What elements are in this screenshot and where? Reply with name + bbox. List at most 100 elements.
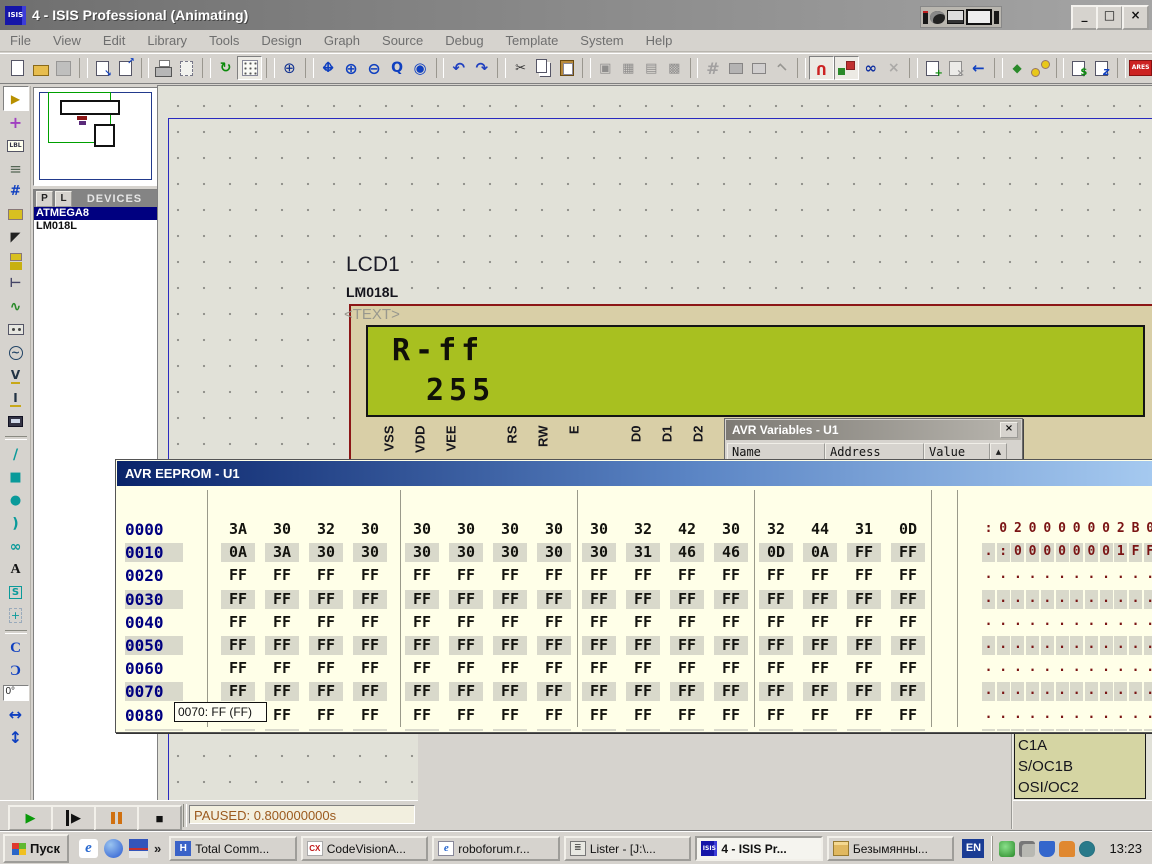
- 2d-path-icon[interactable]: [4, 535, 28, 558]
- messenger-icon[interactable]: [104, 839, 123, 858]
- stop-button[interactable]: [137, 805, 182, 831]
- menu-edit[interactable]: Edit: [103, 33, 125, 48]
- task-button-lister[interactable]: Lister - [J:\...: [564, 836, 692, 861]
- device-pin-icon[interactable]: [4, 272, 28, 295]
- mark-output-area-icon[interactable]: [175, 57, 198, 79]
- zoom-view-icon[interactable]: [386, 57, 409, 79]
- origin-icon[interactable]: [278, 57, 301, 79]
- bill-of-materials-icon[interactable]: [1067, 57, 1090, 79]
- instant-edit-icon[interactable]: [4, 226, 28, 249]
- minimize-button[interactable]: _: [1071, 5, 1098, 30]
- text-script-icon[interactable]: [4, 157, 28, 180]
- menu-file[interactable]: File: [10, 33, 31, 48]
- netlist-to-ares-icon[interactable]: [1129, 57, 1152, 79]
- shield-icon[interactable]: [1039, 841, 1055, 857]
- angle-field[interactable]: 0°: [3, 685, 29, 701]
- component-icon[interactable]: [3, 86, 29, 111]
- export-section-icon[interactable]: [114, 57, 137, 79]
- wire-autorouter-icon[interactable]: [809, 56, 834, 80]
- task-button-isis[interactable]: 4 - ISIS Pr...: [695, 836, 823, 861]
- new-sheet-icon[interactable]: [921, 57, 944, 79]
- 2d-line-icon[interactable]: [4, 443, 28, 466]
- 2d-text-icon[interactable]: [4, 558, 28, 581]
- start-button[interactable]: Пуск: [3, 834, 69, 863]
- wire-label-icon[interactable]: [4, 134, 28, 157]
- device-item-lm018l[interactable]: LM018L: [34, 220, 157, 233]
- menu-tools[interactable]: Tools: [209, 33, 239, 48]
- play-button[interactable]: [8, 805, 53, 831]
- block-move-icon[interactable]: [617, 57, 640, 79]
- library-button[interactable]: L: [55, 191, 72, 207]
- 2d-symbol-icon[interactable]: [4, 581, 28, 604]
- eeprom-hex-grid[interactable]: 00003A30323030303030303242303244310D:020…: [117, 486, 1152, 731]
- menu-graph[interactable]: Graph: [324, 33, 360, 48]
- 2d-marker-icon[interactable]: [4, 604, 28, 627]
- subcircuit-icon[interactable]: [4, 203, 28, 226]
- property-assignment-icon[interactable]: [882, 57, 905, 79]
- property-search-icon[interactable]: [859, 57, 882, 79]
- device-item-atmega8[interactable]: ATMEGA8: [34, 207, 157, 220]
- volume-icon[interactable]: [1019, 841, 1035, 857]
- current-probe-icon[interactable]: [4, 387, 28, 410]
- ie-icon[interactable]: [79, 839, 98, 858]
- electrical-rule-check-icon[interactable]: [1090, 57, 1113, 79]
- menu-template[interactable]: Template: [506, 33, 559, 48]
- 2d-circle-icon[interactable]: [4, 489, 28, 512]
- 2d-box-icon[interactable]: [4, 466, 28, 489]
- task-button-codevision[interactable]: CodeVisionA...: [301, 836, 429, 861]
- menu-source[interactable]: Source: [382, 33, 423, 48]
- redo-icon[interactable]: [470, 57, 493, 79]
- task-button-ie-page[interactable]: roboforum.r...: [432, 836, 560, 861]
- voltage-probe-icon[interactable]: [4, 364, 28, 387]
- remove-sheet-icon[interactable]: [944, 57, 967, 79]
- avr-variables-title-bar[interactable]: AVR Variables - U1 ×: [726, 420, 1021, 440]
- block-delete-icon[interactable]: [663, 57, 686, 79]
- redraw-icon[interactable]: [214, 57, 237, 79]
- menu-system[interactable]: System: [580, 33, 623, 48]
- cut-icon[interactable]: [509, 57, 532, 79]
- close-button[interactable]: ×: [1122, 5, 1149, 30]
- mirror-vertical-icon[interactable]: [4, 726, 28, 749]
- overview-window[interactable]: [33, 87, 158, 186]
- agent-icon[interactable]: [999, 841, 1015, 857]
- task-button-document[interactable]: Безымянны...: [827, 836, 955, 861]
- menu-help[interactable]: Help: [646, 33, 673, 48]
- floppy-icon[interactable]: [129, 839, 148, 858]
- antivirus-icon[interactable]: [1079, 841, 1095, 857]
- close-icon[interactable]: ×: [1000, 422, 1018, 438]
- graph-icon[interactable]: [4, 295, 28, 318]
- block-rotate-icon[interactable]: [640, 57, 663, 79]
- open-folder-icon[interactable]: [29, 57, 52, 79]
- make-device-icon[interactable]: [724, 57, 747, 79]
- toggle-grid-icon[interactable]: [237, 56, 262, 80]
- new-file-icon[interactable]: [6, 57, 29, 79]
- copy-icon[interactable]: [532, 57, 555, 79]
- undo-icon[interactable]: [447, 57, 470, 79]
- zoom-in-icon[interactable]: [340, 57, 363, 79]
- pick-device-icon[interactable]: [701, 57, 724, 79]
- virtual-instruments-icon[interactable]: [4, 410, 28, 433]
- avr-eeprom-title-bar[interactable]: AVR EEPROM - U1: [117, 461, 1152, 486]
- rotate-cw-icon[interactable]: [4, 637, 28, 660]
- bus-icon[interactable]: [4, 180, 28, 203]
- hand-icon[interactable]: [1059, 841, 1075, 857]
- step-button[interactable]: [51, 805, 96, 831]
- mirror-horizontal-icon[interactable]: [4, 703, 28, 726]
- pick-button[interactable]: P: [36, 191, 53, 207]
- zoom-out-icon[interactable]: [363, 57, 386, 79]
- language-indicator[interactable]: EN: [962, 839, 984, 858]
- quick-launch-overflow[interactable]: »: [154, 841, 161, 856]
- goto-sheet-icon[interactable]: [967, 57, 990, 79]
- task-button-total-commander[interactable]: Total Comm...: [169, 836, 297, 861]
- junction-dot-icon[interactable]: [4, 111, 28, 134]
- decompose-icon[interactable]: [770, 57, 793, 79]
- pause-button[interactable]: [94, 805, 139, 831]
- rotate-ccw-icon[interactable]: [4, 660, 28, 683]
- menu-debug[interactable]: Debug: [445, 33, 483, 48]
- import-section-icon[interactable]: [91, 57, 114, 79]
- search-tag-icon[interactable]: [834, 56, 859, 80]
- menu-design[interactable]: Design: [261, 33, 301, 48]
- save-icon[interactable]: [52, 57, 75, 79]
- paste-icon[interactable]: [555, 57, 578, 79]
- pan-icon[interactable]: [317, 57, 340, 79]
